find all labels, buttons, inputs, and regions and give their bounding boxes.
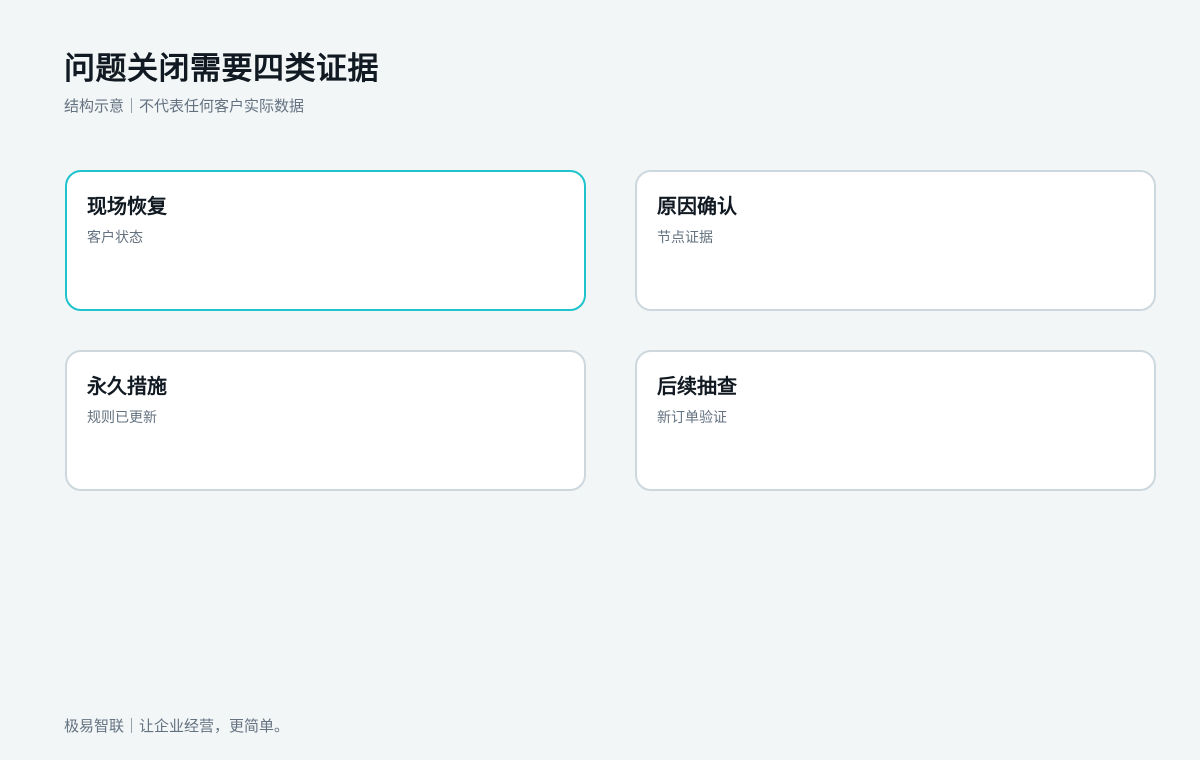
card-title: 后续抽查 — [657, 374, 737, 398]
evidence-card-follow-up-check: 后续抽查 新订单验证 — [635, 350, 1156, 491]
card-title: 原因确认 — [657, 194, 737, 218]
card-description: 新订单验证 — [657, 410, 727, 426]
evidence-card-permanent-measure: 永久措施 规则已更新 — [65, 350, 586, 491]
page-subtitle: 结构示意｜不代表任何客户实际数据 — [64, 97, 305, 115]
card-title: 永久措施 — [87, 374, 167, 398]
card-description: 节点证据 — [657, 230, 713, 246]
card-description: 规则已更新 — [87, 410, 157, 426]
evidence-card-root-cause: 原因确认 节点证据 — [635, 170, 1156, 311]
footer-tagline: 极易智联｜让企业经营，更简单。 — [64, 717, 290, 735]
card-description: 客户状态 — [87, 230, 143, 246]
card-title: 现场恢复 — [87, 194, 167, 218]
evidence-card-grid: 现场恢复 客户状态 原因确认 节点证据 永久措施 规则已更新 后续抽查 新订单验… — [65, 170, 1156, 491]
page-title: 问题关闭需要四类证据 — [64, 51, 379, 87]
evidence-card-site-recovery: 现场恢复 客户状态 — [65, 170, 586, 311]
